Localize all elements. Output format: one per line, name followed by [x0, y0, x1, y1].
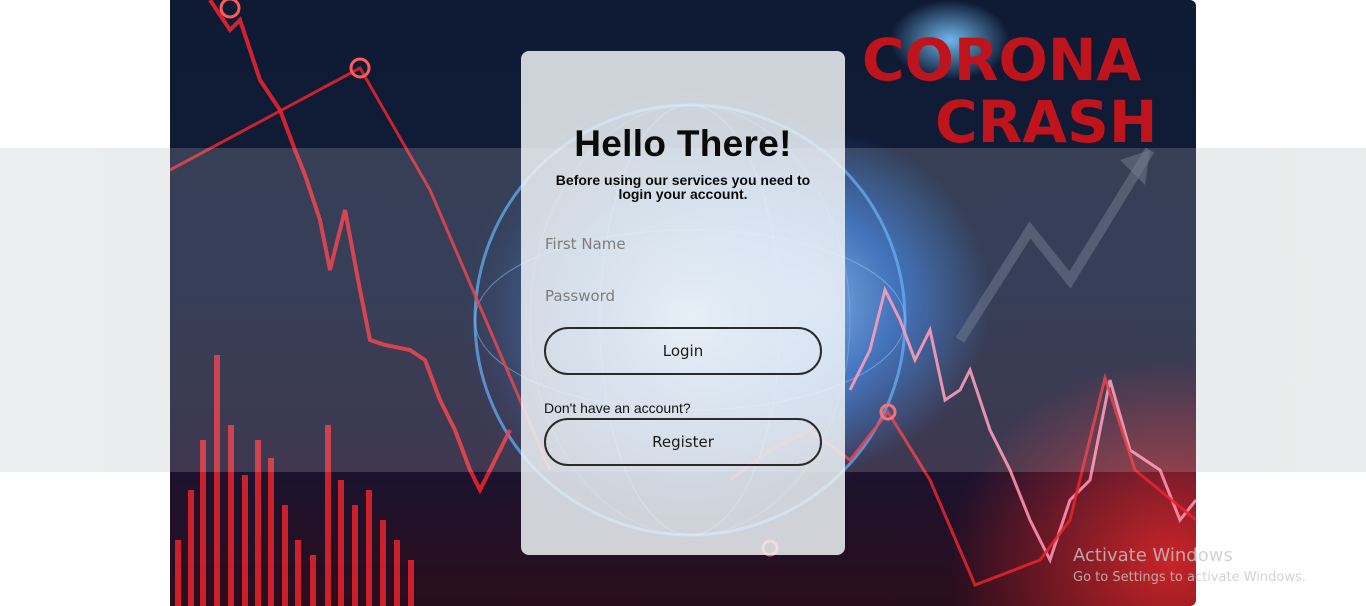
register-button[interactable]: Register: [544, 418, 822, 466]
password-input[interactable]: [544, 281, 822, 311]
logo-crash: CRASH: [935, 88, 1157, 156]
login-button[interactable]: Login: [544, 327, 822, 375]
watermark-subtitle: Go to Settings to activate Windows.: [1073, 570, 1306, 585]
register-button-label: Register: [652, 433, 714, 451]
no-account-text: Don't have an account?: [544, 400, 691, 416]
first-name-input[interactable]: [544, 229, 822, 259]
login-card: Hello There! Before using our services y…: [521, 51, 845, 555]
page: CORONA CRASH Hello There! Before using o…: [0, 0, 1366, 606]
bar-chart-graphic: [175, 355, 414, 606]
page-title: Hello There!: [574, 123, 792, 164]
watermark-title: Activate Windows: [1073, 545, 1233, 566]
crash-line: [208, 0, 512, 495]
login-button-label: Login: [662, 342, 704, 360]
logo-corona: CORONA: [862, 26, 1141, 94]
activate-windows-watermark: Activate Windows Go to Settings to activ…: [1073, 545, 1306, 589]
login-subtitle: Before using our services you need to lo…: [555, 172, 811, 202]
